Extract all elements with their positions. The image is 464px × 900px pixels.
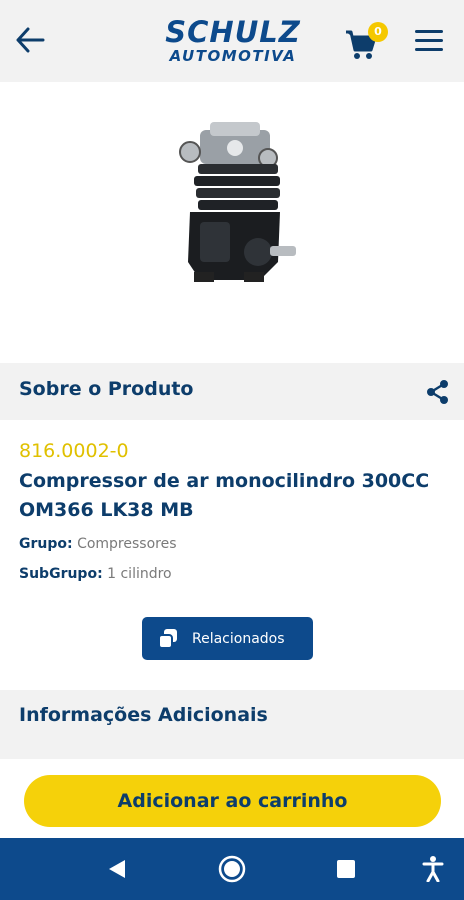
menu-icon — [415, 30, 443, 33]
share-button[interactable] — [424, 378, 452, 406]
menu-icon-bar — [415, 48, 443, 51]
system-nav-bar — [0, 838, 464, 900]
product-code: 816.0002-0 — [19, 440, 129, 462]
related-products-button[interactable]: Relacionados — [142, 617, 313, 660]
group-value: Compressores — [77, 536, 177, 552]
additional-info-title: Informações Adicionais — [19, 704, 268, 726]
product-image — [179, 122, 296, 282]
group-label: Grupo: — [19, 536, 73, 552]
accessibility-icon — [422, 856, 444, 882]
subgroup-value: 1 cilindro — [107, 566, 172, 582]
nav-home-icon — [218, 855, 246, 883]
nav-back-icon — [109, 860, 125, 878]
back-button[interactable] — [12, 22, 48, 58]
share-icon — [427, 380, 448, 404]
divider — [0, 745, 464, 759]
add-to-cart-button[interactable]: Adicionar ao carrinho — [24, 775, 441, 827]
subgroup-label: SubGrupo: — [19, 566, 103, 582]
product-group: Grupo: Compressores — [19, 536, 177, 552]
brand-logo[interactable]: SCHULZ AUTOMOTIVA — [148, 16, 318, 68]
product-subgroup: SubGrupo: 1 cilindro — [19, 566, 172, 582]
nav-home-button[interactable] — [217, 854, 247, 884]
menu-button[interactable] — [410, 24, 450, 58]
copy-icon — [158, 628, 177, 649]
logo-main-text: SCHULZ — [165, 15, 301, 49]
menu-icon-bar — [415, 39, 443, 42]
nav-recents-icon — [337, 860, 355, 878]
related-products-label: Relacionados — [192, 630, 285, 647]
nav-back-button[interactable] — [102, 854, 132, 884]
back-arrow-icon — [16, 27, 45, 53]
app-header: SCHULZ AUTOMOTIVA 0 — [0, 0, 464, 82]
product-name: Compressor de ar monocilindro 300CC OM36… — [19, 470, 430, 521]
cart-count-badge: 0 — [368, 22, 388, 42]
accessibility-button[interactable] — [418, 854, 448, 884]
cart-button[interactable]: 0 — [344, 22, 392, 62]
logo-sub-text: AUTOMOTIVA — [169, 47, 297, 65]
nav-recents-button[interactable] — [331, 854, 361, 884]
about-product-title: Sobre o Produto — [19, 378, 194, 400]
